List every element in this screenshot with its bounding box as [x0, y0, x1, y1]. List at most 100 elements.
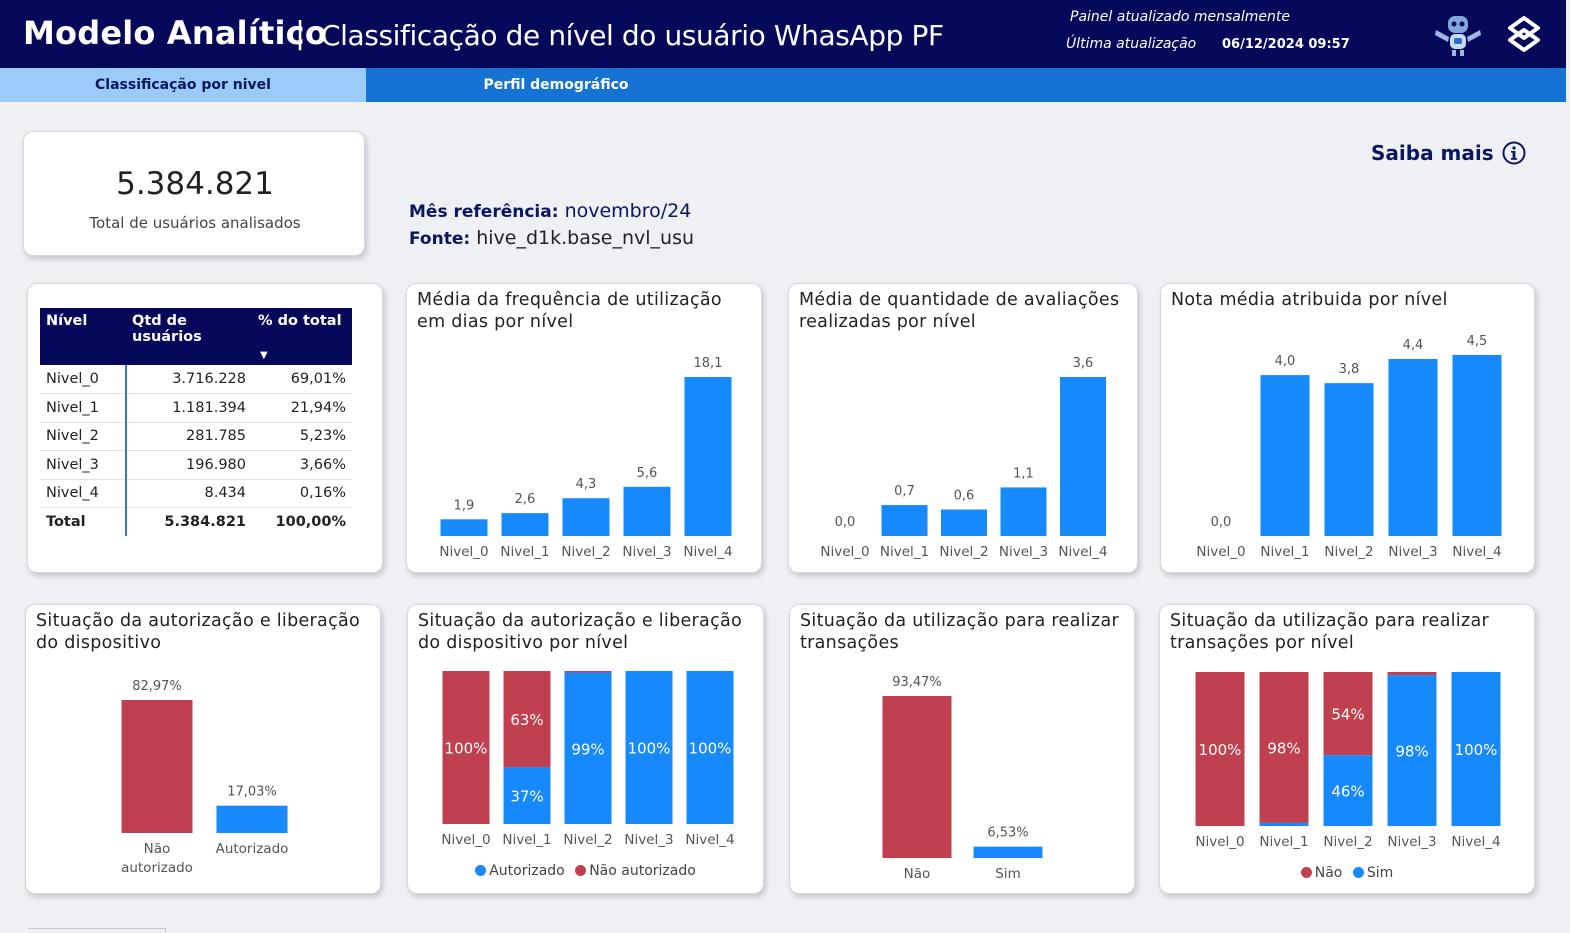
tick-label-trans_lvl-1: Nivel_1 — [1259, 834, 1308, 850]
column-header-percent-label: % do total — [258, 313, 342, 329]
last-update-value: 06/12/2024 09:57 — [1222, 37, 1350, 52]
total-users-card: 5.384.821 Total de usuários analisados — [23, 131, 365, 256]
trans-level-chart-card: Situação da utilização para realizar tra… — [1159, 604, 1535, 894]
cell-qtd: 3.716.228 — [126, 365, 252, 394]
table-body: Nivel_0 3.716.228 69,01% Nivel_1 1.181.394 21… — [40, 365, 352, 536]
trans-chart-card: Situação da utilização para realizar tra… — [789, 604, 1135, 894]
bar-trans_lvl-bottom-1 — [1259, 822, 1309, 826]
tick-label-auth_lvl-1: Nivel_1 — [502, 832, 551, 848]
legend-dot-red — [1300, 867, 1312, 878]
bar-aval-4 — [1060, 377, 1106, 536]
legend-label-autorizado: Autorizado — [489, 863, 565, 879]
table-row[interactable]: Nivel_4 8.434 0,16% — [40, 479, 352, 508]
data-label-nota-3: 4,4 — [1403, 338, 1424, 353]
column-header-percent[interactable]: % do total ▼ — [252, 308, 352, 365]
seg-label-trans_lvl-top-1: 98% — [1267, 739, 1300, 757]
tick-label-trans_lvl-3: Nivel_3 — [1387, 834, 1436, 850]
tick-label-nota-1: Nivel_1 — [1260, 544, 1309, 560]
bar-auth-1 — [216, 805, 288, 833]
cell-qtd: 196.980 — [126, 450, 252, 480]
legend-item-sim[interactable]: Sim — [1352, 865, 1393, 881]
freq-bar-chart: 1,9 Nivel_0 2,6 Nivel_1 4,3 Nivel_2 5,6 Nivel_3… — [439, 356, 732, 560]
bar-freq-2 — [562, 498, 610, 536]
bar-trans-1 — [973, 846, 1043, 858]
legend-dot-blue — [1352, 867, 1364, 878]
data-label-trans-0: 93,47% — [892, 675, 942, 690]
tick-label-auth-0-1: autorizado — [121, 860, 193, 876]
tick-label-trans-0: Não — [904, 866, 931, 882]
bar-freq-1 — [501, 513, 549, 536]
sort-descending-icon[interactable]: ▼ — [260, 350, 268, 361]
tick-label-nota-4: Nivel_4 — [1452, 544, 1501, 560]
seg-label-trans_lvl-top-0: 100% — [1199, 741, 1242, 759]
aval-bar-chart: 0,0 Nivel_0 0,7 Nivel_1 0,6 Nivel_2 1,1 Nivel_3… — [820, 356, 1107, 560]
auth-level-legend: Autorizado Não autorizado — [408, 863, 763, 879]
tab-perfil-demografico[interactable]: Perfil demográfico — [366, 68, 746, 102]
tick-label-trans_lvl-0: Nivel_0 — [1195, 834, 1244, 850]
column-header-qtd[interactable]: Qtd de usuários — [126, 308, 252, 365]
cell-percent: 0,16% — [252, 479, 352, 508]
last-update-label: Última atualização — [1066, 36, 1197, 52]
page-subtitle: Classificação de nível do usuário WhasAp… — [321, 19, 944, 52]
legend-dot-red — [575, 865, 587, 876]
data-label-nota-1: 4,0 — [1275, 354, 1296, 369]
app-title: Modelo Analítico — [23, 14, 328, 52]
legend-label-nao: Não — [1314, 865, 1343, 881]
info-icon[interactable] — [1502, 141, 1526, 165]
data-source-value: hive_d1k.base_nvl_usu — [476, 227, 695, 249]
data-label-freq-3: 5,6 — [637, 466, 658, 481]
bar-trans-0 — [882, 696, 952, 858]
reference-month: Mês referência: novembro/24 — [409, 200, 691, 222]
table-row[interactable]: Nivel_1 1.181.394 21,94% — [40, 393, 352, 423]
robot-icon[interactable] — [1432, 12, 1484, 58]
cell-percent: 100,00% — [275, 514, 346, 530]
table-row[interactable]: Nivel_0 3.716.228 69,01% — [40, 365, 352, 394]
saiba-mais-button[interactable]: Saiba mais — [1371, 141, 1526, 165]
bar-aval-2 — [941, 509, 987, 536]
table-row[interactable]: Nivel_2 281.785 5,23% — [40, 422, 352, 451]
bar-nota-2 — [1324, 383, 1374, 536]
trans-level-legend: Não Sim — [1160, 865, 1534, 881]
column-header-nivel[interactable]: Nível — [40, 308, 126, 365]
table-total-row[interactable]: Total 5.384.821 100,00% — [40, 507, 352, 536]
cell-qtd: 281.785 — [126, 422, 252, 451]
tick-label-trans_lvl-2: Nivel_2 — [1323, 834, 1372, 850]
total-users-label: Total de usuários analisados — [89, 214, 301, 232]
bar-auth-0 — [121, 700, 193, 833]
data-label-nota-2: 3,8 — [1339, 362, 1360, 377]
tab-classificacao-por-nivel[interactable]: Classificação por nivel — [0, 68, 366, 102]
tick-label-nota-2: Nivel_2 — [1324, 544, 1373, 560]
auth-level-stacked-chart: 100% Nivel_0 63% 37% Nivel_1 99% Nivel_2 100% Ni… — [441, 671, 735, 848]
legend-item-nao[interactable]: Não — [1300, 865, 1343, 881]
tick-label-auth_lvl-2: Nivel_2 — [563, 832, 612, 848]
seg-label-auth_lvl-top-0: 100% — [445, 740, 488, 758]
auth-chart-card: Situação da autorização e liberação do d… — [25, 604, 381, 894]
reference-month-label: Mês referência: — [409, 202, 559, 222]
tick-label-freq-1: Nivel_1 — [500, 544, 549, 560]
bar-freq-0 — [440, 519, 488, 536]
data-label-auth-0: 82,97% — [132, 679, 182, 694]
cell-qtd: 5.384.821 — [164, 514, 246, 530]
data-label-auth-1: 17,03% — [227, 785, 277, 800]
cell-percent: 21,94% — [252, 393, 352, 423]
trans-bar-chart: 93,47% Não 6,53% Sim — [882, 675, 1043, 882]
tick-label-aval-3: Nivel_3 — [999, 544, 1048, 560]
total-users-value: 5.384.821 — [116, 166, 274, 202]
bar-aval-1 — [881, 505, 928, 536]
tick-label-aval-1: Nivel_1 — [880, 544, 929, 560]
data-label-freq-1: 2,6 — [515, 492, 536, 507]
cell-qtd: 1.181.394 — [126, 393, 252, 423]
page-footer-tab — [28, 928, 166, 933]
tick-label-auth-1: Autorizado — [216, 841, 289, 857]
tick-label-freq-3: Nivel_3 — [622, 544, 671, 560]
table-row[interactable]: Nivel_3 196.980 3,66% — [40, 450, 352, 480]
data-source-label: Fonte: — [409, 229, 471, 249]
update-frequency-note: Painel atualizado mensalmente — [1070, 9, 1290, 25]
legend-item-nao-autorizado[interactable]: Não autorizado — [575, 863, 696, 879]
data-label-aval-2: 0,6 — [954, 489, 975, 504]
cell-percent: 3,66% — [252, 450, 352, 480]
bar-freq-4 — [684, 377, 732, 536]
data-label-aval-3: 1,1 — [1013, 466, 1034, 481]
cell-percent: 69,01% — [252, 365, 352, 394]
legend-item-autorizado[interactable]: Autorizado — [475, 863, 565, 879]
